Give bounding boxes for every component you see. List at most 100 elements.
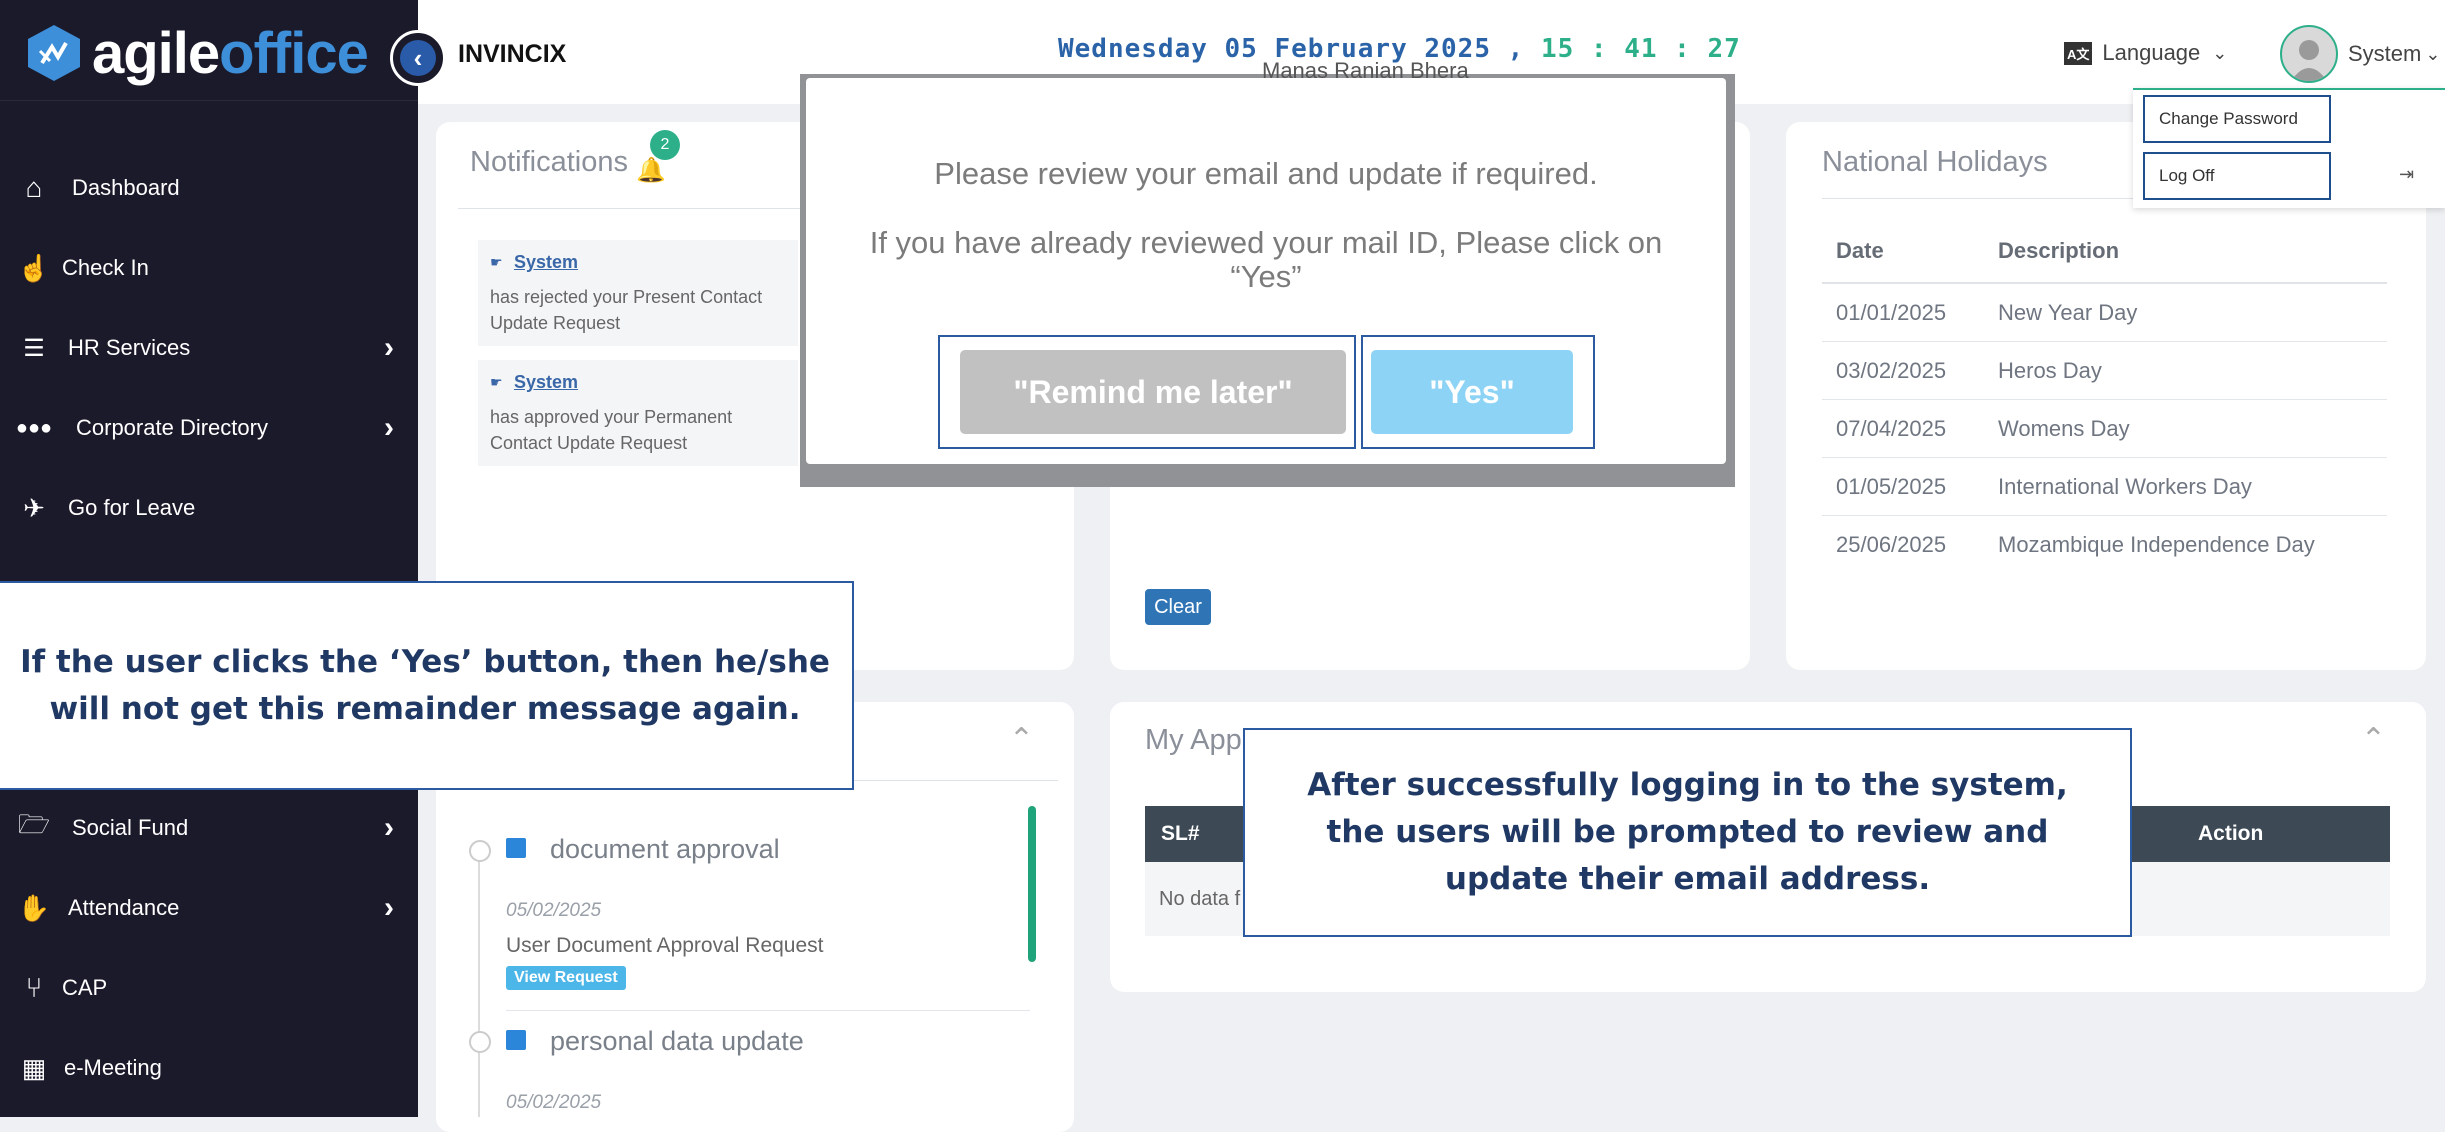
sidebar-item-check-in[interactable]: ☝ Check In <box>0 238 418 298</box>
timeline-item-title: document approval <box>550 834 780 864</box>
timeline-item-date: 05/02/2025 <box>506 1092 602 1113</box>
column-header-action: Action <box>2198 822 2264 845</box>
sidebar-item-label: Check In <box>62 255 149 280</box>
sidebar-item-e-meeting[interactable]: ▦ e-Meeting <box>0 1038 418 1098</box>
current-time: 15 : 41 : 27 <box>1540 34 1741 64</box>
column-header-description: Description <box>1998 238 2120 263</box>
holiday-date: 25/06/2025 <box>1836 531 1947 557</box>
change-password-item[interactable]: Change Password <box>2143 95 2331 143</box>
sidebar-item-go-for-leave[interactable]: ✈ Go for Leave <box>0 478 418 538</box>
holiday-date: 01/01/2025 <box>1836 299 1947 325</box>
holiday-description: Mozambique Independence Day <box>1998 531 2315 557</box>
sidebar-item-label: Corporate Directory <box>76 415 268 440</box>
notification-item[interactable]: ☛ System has rejected your Present Conta… <box>478 240 798 346</box>
chevron-left-icon: ‹ <box>400 40 436 76</box>
divider <box>506 1010 1030 1011</box>
company-name: INVINCIX <box>458 40 567 68</box>
modal-message: Please review your email and update if r… <box>934 156 1598 191</box>
holiday-date: 01/05/2025 <box>1836 473 1947 499</box>
chevron-right-icon: › <box>384 411 394 444</box>
timeline-marker <box>506 1030 526 1050</box>
holiday-date: 07/04/2025 <box>1836 415 1947 441</box>
holidays-table: Date Description 01/01/2025 New Year Day … <box>1822 220 2387 573</box>
logo-hex-icon <box>28 25 80 81</box>
modal-submessage: If you have already reviewed your mail I… <box>869 225 1663 294</box>
yes-button[interactable]: "Yes" <box>1371 350 1573 434</box>
sidebar-item-hr-services[interactable]: ☰ HR Services › <box>0 318 418 378</box>
sidebar-item-social-fund[interactable]: 🗁 Social Fund › <box>0 798 418 858</box>
table-header: Date Description <box>1822 220 2387 284</box>
table-row: 01/01/2025 New Year Day <box>1822 284 2387 342</box>
collapse-chevron-icon[interactable]: ⌃ <box>2361 722 2386 757</box>
users-icon: ●●● <box>15 416 53 439</box>
sidebar-toggle-button[interactable]: ‹ <box>390 30 446 86</box>
table-row: 01/05/2025 International Workers Day <box>1822 458 2387 516</box>
no-data-text: No data f <box>1159 888 1241 910</box>
sidebar-item-label: Social Fund <box>72 815 189 840</box>
notifications-title-text: Notifications <box>470 146 628 178</box>
scrollbar-thumb[interactable] <box>1028 806 1036 962</box>
bell-icon[interactable]: 🔔 <box>636 156 666 185</box>
avatar <box>2280 25 2338 83</box>
sidebar-item-cap[interactable]: ⑂ CAP <box>0 958 418 1018</box>
sidebar-item-corporate-directory[interactable]: ●●● Corporate Directory › <box>0 398 418 458</box>
approvals-title: My App <box>1145 724 1242 756</box>
timeline-item-title: personal data update <box>550 1026 804 1056</box>
holiday-description: Womens Day <box>1998 415 2130 441</box>
clear-button[interactable]: Clear <box>1145 589 1211 625</box>
sidebar-item-label: CAP <box>62 975 108 1000</box>
timeline-item-description: User Document Approval Request <box>506 934 824 957</box>
timeline-item-date: 05/02/2025 <box>506 900 602 921</box>
column-header-sl: SL# <box>1161 822 1200 845</box>
chevron-down-icon: ⌄ <box>2212 42 2228 63</box>
logo-office-text: office <box>219 20 369 86</box>
holiday-description: International Workers Day <box>1998 473 2252 499</box>
language-selector[interactable]: A文 Language ⌄ <box>2064 40 2227 66</box>
table-row: 07/04/2025 Womens Day <box>1822 400 2387 458</box>
table-row: 03/02/2025 Heros Day <box>1822 342 2387 400</box>
sign-out-icon[interactable]: ⇥ <box>2399 164 2414 185</box>
timeline-marker <box>506 838 526 858</box>
chevron-right-icon: › <box>384 891 394 924</box>
translate-icon: A文 <box>2064 41 2093 65</box>
pointer-hand-icon: ☛ <box>490 374 503 390</box>
sidebar-item-attendance[interactable]: ✋ Attendance › <box>0 878 418 938</box>
user-dropdown-menu: Change Password Log Off ⇥ <box>2133 88 2445 208</box>
column-header-date: Date <box>1836 238 1884 263</box>
language-label: Language <box>2102 40 2201 65</box>
sidebar-item-label: e-Meeting <box>64 1055 162 1080</box>
notification-count-badge: 2 <box>650 130 680 160</box>
leave-icon: ✈ <box>23 492 45 523</box>
remind-me-later-button[interactable]: "Remind me later" <box>960 350 1346 434</box>
chevron-down-icon: ⌄ <box>2425 43 2441 64</box>
app-logo[interactable]: agileoffice <box>26 14 369 92</box>
callout-yes-explanation: If the user clicks the ‘Yes’ button, the… <box>0 581 854 790</box>
sidebar-item-label: Dashboard <box>72 175 180 200</box>
collapse-chevron-icon[interactable]: ⌃ <box>1009 722 1034 757</box>
logo-agile-text: agile <box>92 20 220 86</box>
notification-sender-link[interactable]: System <box>514 252 578 273</box>
holiday-date: 03/02/2025 <box>1836 357 1947 383</box>
view-request-button[interactable]: View Request <box>506 966 626 990</box>
logo-text: agileoffice <box>92 20 369 87</box>
timeline-dot <box>469 1031 491 1053</box>
notification-sender-link[interactable]: System <box>514 372 578 393</box>
chevron-right-icon: › <box>384 811 394 844</box>
notification-text: has approved your Permanent Contact Upda… <box>490 407 733 453</box>
user-menu[interactable]: System ⌄ <box>2280 25 2440 83</box>
branch-icon: ⑂ <box>25 972 43 1003</box>
sidebar-item-dashboard[interactable]: ⌂ Dashboard <box>0 158 418 218</box>
calendar-icon: ▦ <box>21 1052 47 1083</box>
sidebar-divider <box>0 100 418 101</box>
holiday-description: New Year Day <box>1998 299 2138 325</box>
user-name: System <box>2348 41 2422 66</box>
user-silhouette-icon <box>2291 40 2327 81</box>
list-icon: ☰ <box>23 334 45 362</box>
callout-login-explanation: After successfully logging in to the sys… <box>1243 728 2132 937</box>
check-in-icon: ☝ <box>17 252 51 283</box>
table-row: 25/06/2025 Mozambique Independence Day <box>1822 516 2387 573</box>
log-off-item[interactable]: Log Off <box>2143 152 2331 200</box>
timeline-dot <box>469 840 491 862</box>
holiday-description: Heros Day <box>1998 357 2102 383</box>
notification-item[interactable]: ☛ System has approved your Permanent Con… <box>478 360 798 466</box>
